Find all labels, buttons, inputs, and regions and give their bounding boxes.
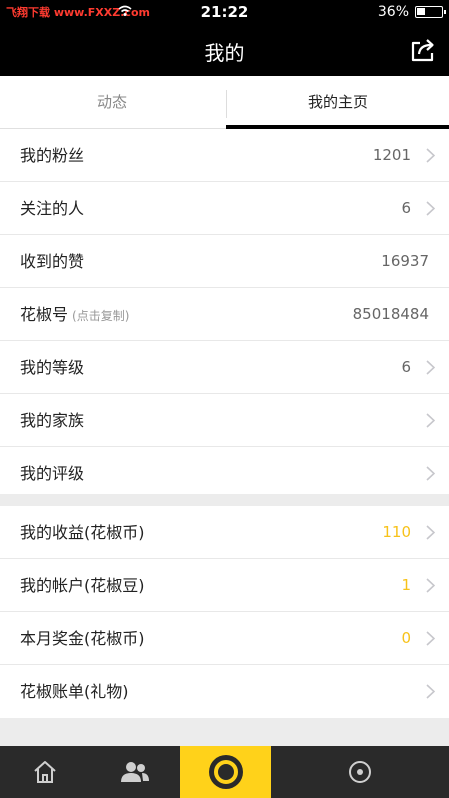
chevron-right-icon bbox=[426, 525, 435, 540]
row-label: 我的评级 bbox=[20, 464, 85, 483]
list-item-bill[interactable]: 花椒账单(礼物) bbox=[0, 665, 449, 718]
row-value: 6 bbox=[401, 199, 411, 217]
list-item-earnings[interactable]: 我的收益(花椒币) 110 bbox=[0, 506, 449, 559]
row-value: 0 bbox=[401, 629, 411, 647]
tab-more[interactable] bbox=[271, 746, 449, 798]
list-item-huajiao-id[interactable]: 花椒号 (点击复制) 85018484 bbox=[0, 288, 449, 341]
tab-friends[interactable] bbox=[90, 746, 180, 798]
list-item-account[interactable]: 我的帐户(花椒豆) 1 bbox=[0, 559, 449, 612]
list-item-likes: 收到的赞 16937 bbox=[0, 235, 449, 288]
live-camera-icon bbox=[208, 755, 243, 789]
list-item-rating[interactable]: 我的评级 bbox=[0, 447, 449, 500]
more-icon bbox=[349, 761, 371, 783]
section-divider bbox=[0, 494, 449, 506]
chevron-right-icon bbox=[426, 684, 435, 699]
row-label: 我的收益(花椒币) bbox=[20, 523, 145, 542]
list-item-fans[interactable]: 我的粉丝 1201 bbox=[0, 129, 449, 182]
chevron-right-icon bbox=[426, 360, 435, 375]
share-icon[interactable] bbox=[409, 36, 437, 64]
row-label: 收到的赞 bbox=[20, 252, 85, 271]
list-item-level[interactable]: 我的等级 6 bbox=[0, 341, 449, 394]
row-value: 110 bbox=[382, 523, 411, 541]
tab-my-homepage[interactable]: 我的主页 bbox=[226, 76, 449, 129]
people-icon bbox=[121, 762, 149, 782]
nav-bar: 我的 bbox=[0, 24, 449, 76]
list-item-monthly-bonus[interactable]: 本月奖金(花椒币) 0 bbox=[0, 612, 449, 665]
chevron-right-icon bbox=[426, 148, 435, 163]
section-divider bbox=[0, 718, 449, 746]
chevron-right-icon bbox=[426, 631, 435, 646]
list-item-following[interactable]: 关注的人 6 bbox=[0, 182, 449, 235]
row-label: 我的等级 bbox=[20, 358, 85, 377]
home-icon bbox=[34, 761, 56, 783]
row-label: 我的粉丝 bbox=[20, 146, 85, 165]
chevron-right-icon bbox=[426, 201, 435, 216]
row-value: 6 bbox=[401, 358, 411, 376]
status-bar: 飞翔下载 www.FXXZ.com 21:22 36% bbox=[0, 0, 449, 24]
chevron-right-icon bbox=[426, 413, 435, 428]
profile-stats-list: 我的粉丝 1201 关注的人 6 收到的赞 16937 花椒号 (点击复制) 85… bbox=[0, 129, 449, 500]
battery-percent: 36% bbox=[377, 4, 409, 20]
chevron-right-icon bbox=[426, 466, 435, 481]
wallet-list: 我的收益(花椒币) 110 我的帐户(花椒豆) 1 本月奖金(花椒币) 0 花椒… bbox=[0, 506, 449, 718]
tab-dynamic[interactable]: 动态 bbox=[0, 76, 224, 129]
row-label: 我的家族 bbox=[20, 411, 85, 430]
row-label: 我的帐户(花椒豆) bbox=[20, 576, 145, 595]
bottom-tab-bar bbox=[0, 746, 449, 798]
row-value: 16937 bbox=[381, 252, 429, 270]
battery-icon bbox=[415, 6, 446, 18]
chevron-right-icon bbox=[426, 578, 435, 593]
row-label: 花椒号 (点击复制) bbox=[20, 288, 129, 343]
row-label: 花椒账单(礼物) bbox=[20, 682, 129, 701]
tab-bar: 动态 我的主页 bbox=[0, 76, 449, 129]
row-label: 关注的人 bbox=[20, 199, 85, 218]
row-value: 1201 bbox=[372, 146, 411, 164]
tab-live[interactable] bbox=[180, 746, 271, 798]
tab-home[interactable] bbox=[0, 746, 90, 798]
page-title: 我的 bbox=[204, 41, 245, 65]
row-label: 本月奖金(花椒币) bbox=[20, 629, 145, 648]
row-value: 85018484 bbox=[352, 305, 429, 323]
row-value: 1 bbox=[401, 576, 411, 594]
list-item-family[interactable]: 我的家族 bbox=[0, 394, 449, 447]
row-label-text: 花椒号 bbox=[20, 305, 69, 324]
copy-hint: (点击复制) bbox=[72, 309, 130, 323]
